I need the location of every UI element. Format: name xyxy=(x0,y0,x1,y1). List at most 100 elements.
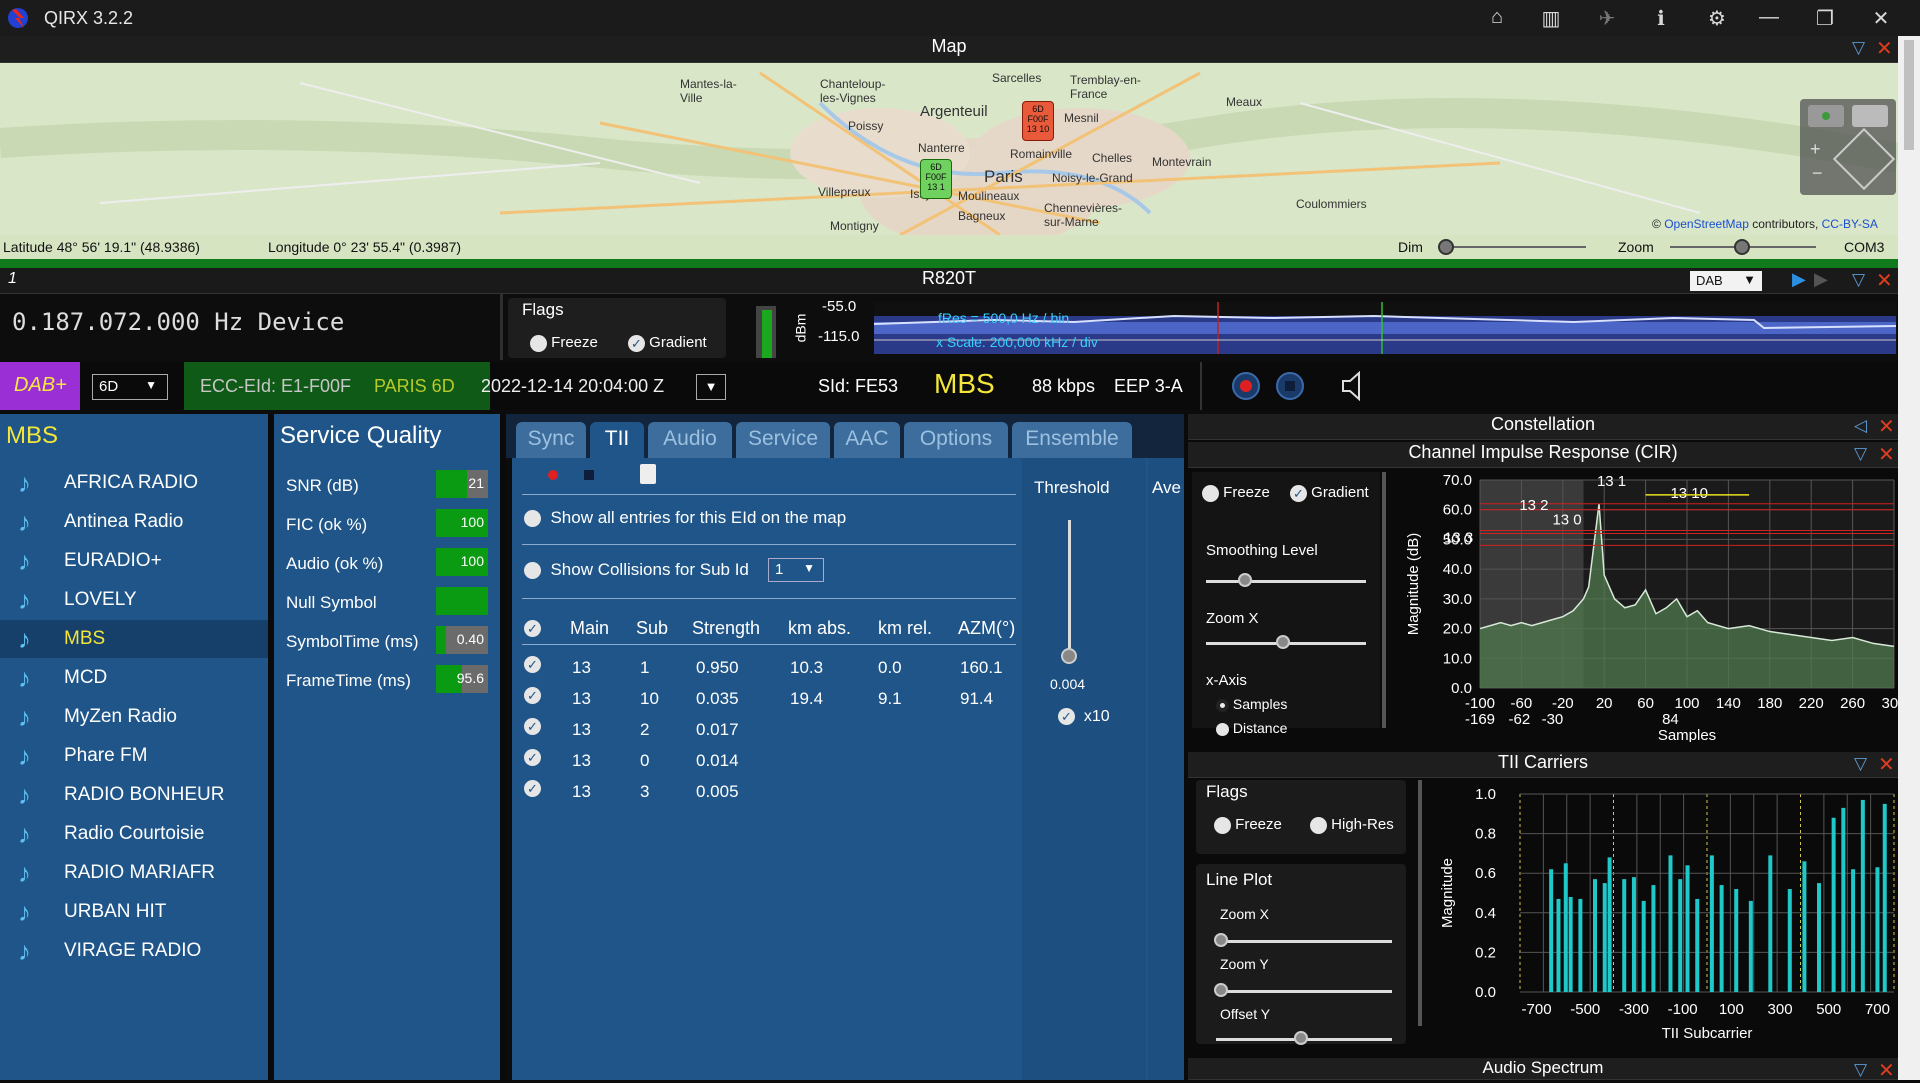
play-icon[interactable]: ▶ xyxy=(1792,269,1806,290)
service-item[interactable]: ♪ RADIO BONHEUR xyxy=(0,776,268,814)
dim-slider-thumb[interactable] xyxy=(1438,239,1454,255)
map-zoom-control[interactable]: + − xyxy=(1800,99,1896,195)
service-item[interactable]: ♪ MyZen Radio xyxy=(0,698,268,736)
tab-service[interactable]: Service xyxy=(736,422,830,458)
cir-gradient-checkbox[interactable]: ✓ Gradient xyxy=(1290,484,1369,502)
service-item-selected[interactable]: ♪ MBS xyxy=(0,620,268,658)
service-item[interactable]: ♪ EURADIO+ xyxy=(0,542,268,580)
scrollbar-thumb[interactable] xyxy=(1904,40,1914,150)
threshold-slider-thumb[interactable] xyxy=(1061,648,1077,664)
mode-select[interactable]: DAB ▼ xyxy=(1690,271,1762,291)
tab-aac[interactable]: AAC xyxy=(834,422,900,458)
play-next-icon[interactable]: ▶ xyxy=(1814,269,1828,290)
tii-carriers-chart[interactable]: 0.0 0.2 0.4 0.6 0.8 1.0 -700 -500 -300 -100 100 300… xyxy=(1424,778,1898,1048)
map-view[interactable]: Mantes-la-Ville Chanteloup-les-Vignes Sa… xyxy=(0,63,1898,235)
smoothing-slider[interactable] xyxy=(1206,580,1366,583)
zoom-slider-thumb[interactable] xyxy=(1734,239,1750,255)
tii-marker-red[interactable]: 6D F00F 13 10 xyxy=(1022,101,1054,141)
row-checkbox[interactable]: ✓ xyxy=(524,656,541,674)
close-panel-icon[interactable]: ✕ xyxy=(1878,1058,1895,1083)
minimize-icon[interactable]: — xyxy=(1756,6,1782,30)
show-collisions-radio[interactable]: Show Collisions for Sub Id xyxy=(524,560,749,580)
close-panel-icon[interactable]: ✕ xyxy=(1878,414,1895,439)
zoom-out-icon[interactable]: − xyxy=(1812,163,1823,184)
maximize-icon[interactable]: ❐ xyxy=(1812,6,1838,30)
distance-radio[interactable]: Distance xyxy=(1216,720,1287,736)
tii-freeze-radio[interactable]: Freeze xyxy=(1214,816,1282,834)
offsety-slider-thumb[interactable] xyxy=(1294,1031,1308,1045)
collapse-icon[interactable]: ▽ xyxy=(1852,38,1865,58)
tii-record-icon[interactable] xyxy=(548,470,558,480)
table-row[interactable]: ✓ 13 0 0.014 xyxy=(522,749,1016,777)
service-item[interactable]: ♪ URBAN HIT xyxy=(0,893,268,931)
tii-zoomy-slider[interactable] xyxy=(1216,990,1392,993)
row-checkbox[interactable]: ✓ xyxy=(524,687,541,705)
close-panel-icon[interactable]: ✕ xyxy=(1876,268,1893,293)
table-row[interactable]: ✓ 13 1 0.950 10.3 0.0 160.1 xyxy=(522,656,1016,684)
close-panel-icon[interactable]: ✕ xyxy=(1878,442,1895,467)
tii-zoomy-slider-thumb[interactable] xyxy=(1214,983,1228,997)
highres-radio[interactable]: High-Res xyxy=(1310,816,1394,834)
service-item[interactable]: ♪ LOVELY xyxy=(0,581,268,619)
table-row[interactable]: ✓ 13 10 0.035 19.4 9.1 91.4 xyxy=(522,687,1016,715)
spectrum-view[interactable]: fRes = 500,0 Hz / bin x Scale: 200,000 k… xyxy=(874,302,1896,354)
collapse-icon[interactable]: ▽ xyxy=(1854,1060,1867,1080)
tab-ensemble[interactable]: Ensemble xyxy=(1012,422,1132,458)
service-item[interactable]: ♪ Antinea Radio xyxy=(0,503,268,541)
license-link[interactable]: CC-BY-SA xyxy=(1822,217,1878,231)
layer-button[interactable] xyxy=(1852,105,1888,127)
cir-scrollbar[interactable] xyxy=(1382,472,1386,728)
row-checkbox[interactable]: ✓ xyxy=(524,718,541,736)
cir-zoomx-slider-thumb[interactable] xyxy=(1276,635,1290,649)
gear-icon[interactable]: ⚙ xyxy=(1704,6,1730,30)
service-item[interactable]: ♪ RADIO MARIAFR xyxy=(0,854,268,892)
pan-arrows-icon[interactable] xyxy=(1832,127,1896,191)
tii-zoomx-slider[interactable] xyxy=(1216,940,1392,943)
tii-stop-icon[interactable] xyxy=(584,470,594,480)
sub-id-select[interactable]: 1 ▼ xyxy=(768,558,824,582)
tii-zoomx-slider-thumb[interactable] xyxy=(1214,933,1228,947)
table-row[interactable]: ✓ 13 3 0.005 xyxy=(522,780,1016,808)
smoothing-slider-thumb[interactable] xyxy=(1238,573,1252,587)
tab-sync[interactable]: Sync xyxy=(516,422,586,458)
satellite-icon[interactable]: ✈ xyxy=(1594,6,1620,30)
samples-radio[interactable]: Samples xyxy=(1216,696,1287,712)
service-item[interactable]: ♪ MCD xyxy=(0,659,268,697)
tii-controls-scrollbar[interactable] xyxy=(1418,780,1422,1026)
service-item[interactable]: ♪ AFRICA RADIO xyxy=(0,464,268,502)
gradient-checkbox[interactable]: ✓ Gradient xyxy=(628,334,707,352)
tii-marker-green[interactable]: 6D F00F 13 1 xyxy=(920,159,952,199)
osm-link[interactable]: OpenStreetMap xyxy=(1664,217,1749,231)
service-item[interactable]: ♪ VIRAGE RADIO xyxy=(0,932,268,970)
document-icon[interactable] xyxy=(640,464,656,484)
row-checkbox[interactable]: ✓ xyxy=(524,749,541,767)
show-all-entries-radio[interactable]: Show all entries for this EId on the map xyxy=(524,508,846,528)
info-icon[interactable]: ℹ xyxy=(1648,6,1674,30)
window-scrollbar[interactable] xyxy=(1898,36,1920,1080)
dim-slider[interactable] xyxy=(1440,246,1586,248)
table-row[interactable]: ✓ 13 2 0.017 xyxy=(522,718,1016,746)
zoom-in-icon[interactable]: + xyxy=(1810,139,1821,160)
service-item[interactable]: ♪ Phare FM xyxy=(0,737,268,775)
datetime-dropdown[interactable]: ▼ xyxy=(696,374,726,400)
home-icon[interactable]: ⌂ xyxy=(1484,6,1510,30)
service-item[interactable]: ♪ Radio Courtoisie xyxy=(0,815,268,853)
close-icon[interactable]: ✕ xyxy=(1868,6,1894,30)
map-icon[interactable]: ▥ xyxy=(1538,6,1564,30)
channel-select[interactable]: 6D ▼ xyxy=(92,374,168,400)
collapse-icon[interactable]: ▽ xyxy=(1852,270,1865,290)
tab-options[interactable]: Options xyxy=(904,422,1008,458)
collapse-icon[interactable]: ▽ xyxy=(1854,754,1867,774)
close-panel-icon[interactable]: ✕ xyxy=(1878,752,1895,777)
row-checkbox[interactable]: ✓ xyxy=(524,780,541,798)
threshold-slider[interactable] xyxy=(1068,520,1071,658)
collapse-icon[interactable]: ◁ xyxy=(1854,416,1867,436)
select-all-checkbox[interactable]: ✓ xyxy=(524,620,541,638)
x10-checkbox[interactable]: ✓ x10 xyxy=(1058,708,1110,726)
cir-chart[interactable]: 0.0 10.0 20.0 30.0 40.0 50.0 60.0 70.0 -100 -60 -2… xyxy=(1388,470,1898,742)
record-button[interactable] xyxy=(1232,372,1260,400)
collapse-icon[interactable]: ▽ xyxy=(1854,444,1867,464)
layer-button[interactable] xyxy=(1808,105,1844,127)
stop-button[interactable] xyxy=(1276,372,1304,400)
speaker-icon[interactable] xyxy=(1340,370,1366,402)
